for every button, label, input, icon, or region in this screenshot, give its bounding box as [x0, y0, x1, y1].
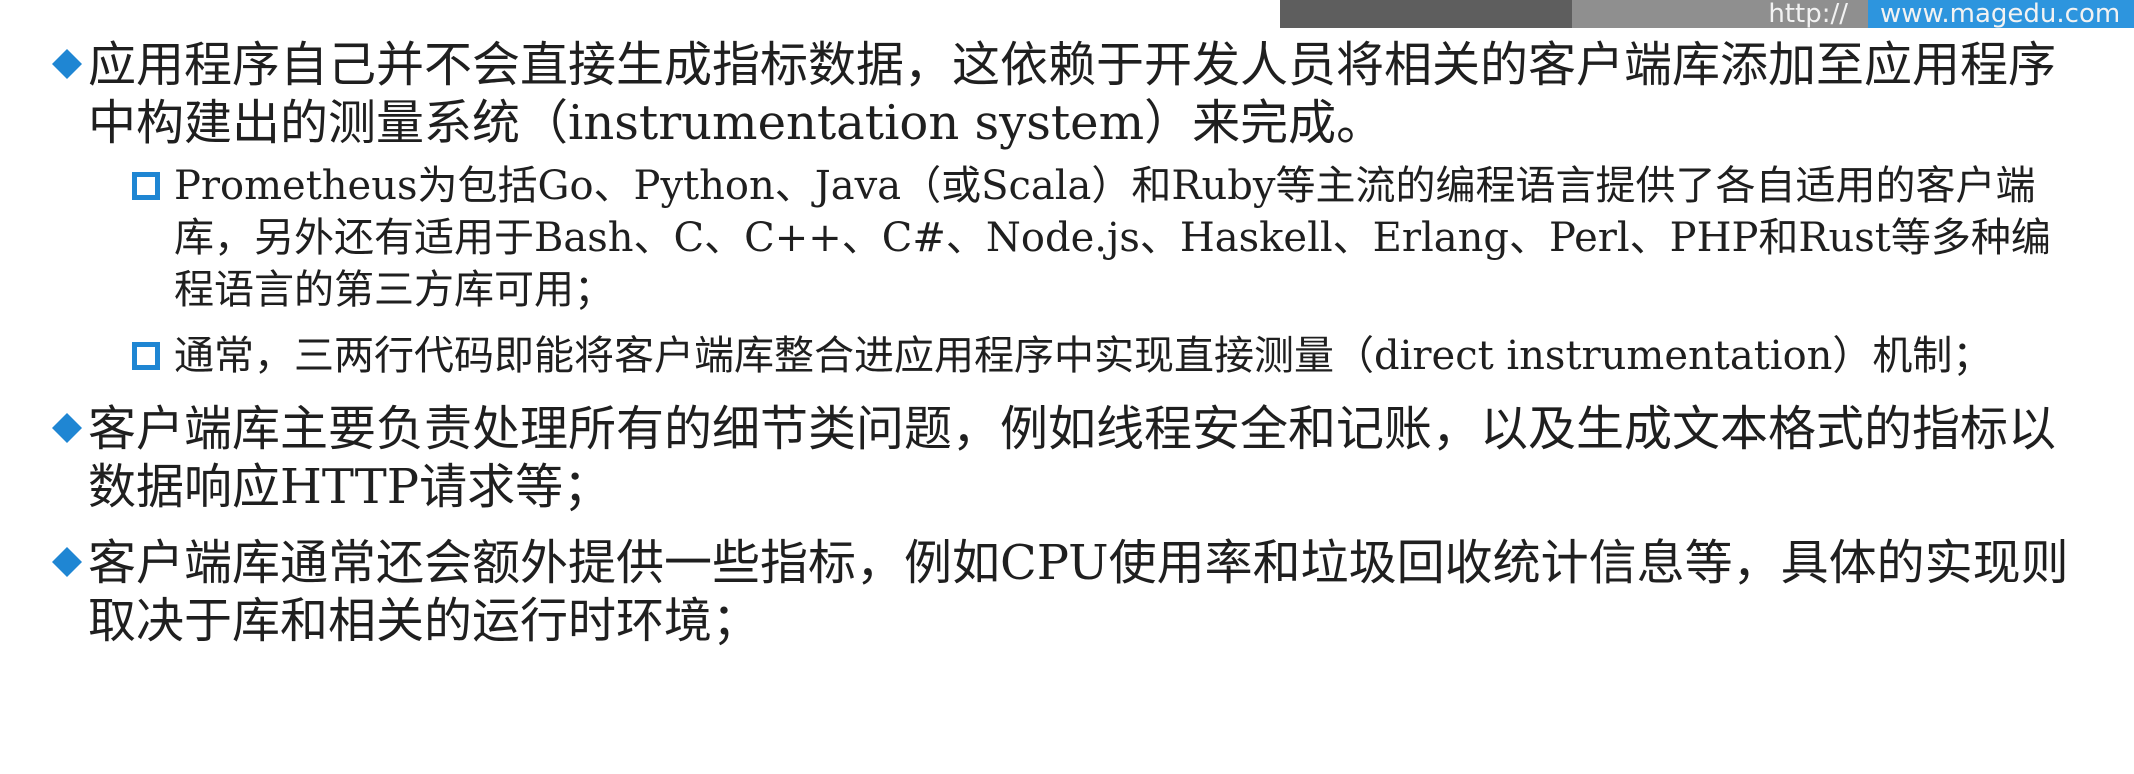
sub-bullet-item-1: Prometheus为包括Go、Python、Java（或Scala）和Ruby… [52, 160, 2082, 316]
bullet-text-1: 应用程序自己并不会直接生成指标数据，这依赖于开发人员将相关的客户端库添加至应用程… [88, 37, 2057, 151]
sub-bullet-text-2: 通常，三两行代码即能将客户端库整合进应用程序中实现直接测量（direct ins… [174, 333, 1993, 379]
banner-grey-segment: http:// [1572, 0, 1868, 28]
banner-blue-segment: www.magedu.com [1868, 0, 2134, 28]
banner-protocol: http:// [1768, 0, 1848, 29]
url-banner: http:// www.magedu.com [1280, 0, 2134, 28]
sub-bullet-text-1: Prometheus为包括Go、Python、Java（或Scala）和Ruby… [174, 163, 2051, 313]
slide-content: 应用程序自己并不会直接生成指标数据，这依赖于开发人员将相关的客户端库添加至应用程… [52, 36, 2082, 650]
hollow-square-bullet-icon [132, 172, 160, 200]
diamond-bullet-icon [52, 413, 82, 443]
bullet-item-2: 客户端库主要负责处理所有的细节类问题，例如线程安全和记账，以及生成文本格式的指标… [52, 400, 2082, 516]
sub-bullet-item-2: 通常，三两行代码即能将客户端库整合进应用程序中实现直接测量（direct ins… [52, 330, 2082, 382]
bullet-text-3: 客户端库通常还会额外提供一些指标，例如CPU使用率和垃圾回收统计信息等，具体的实… [88, 535, 2069, 649]
bullet-item-3: 客户端库通常还会额外提供一些指标，例如CPU使用率和垃圾回收统计信息等，具体的实… [52, 534, 2082, 650]
diamond-bullet-icon [52, 547, 82, 577]
diamond-bullet-icon [52, 49, 82, 79]
banner-dark-segment [1280, 0, 1572, 28]
bullet-item-1: 应用程序自己并不会直接生成指标数据，这依赖于开发人员将相关的客户端库添加至应用程… [52, 36, 2082, 382]
banner-domain: www.magedu.com [1880, 0, 2121, 28]
bullet-text-2: 客户端库主要负责处理所有的细节类问题，例如线程安全和记账，以及生成文本格式的指标… [88, 401, 2057, 515]
hollow-square-bullet-icon [132, 342, 160, 370]
